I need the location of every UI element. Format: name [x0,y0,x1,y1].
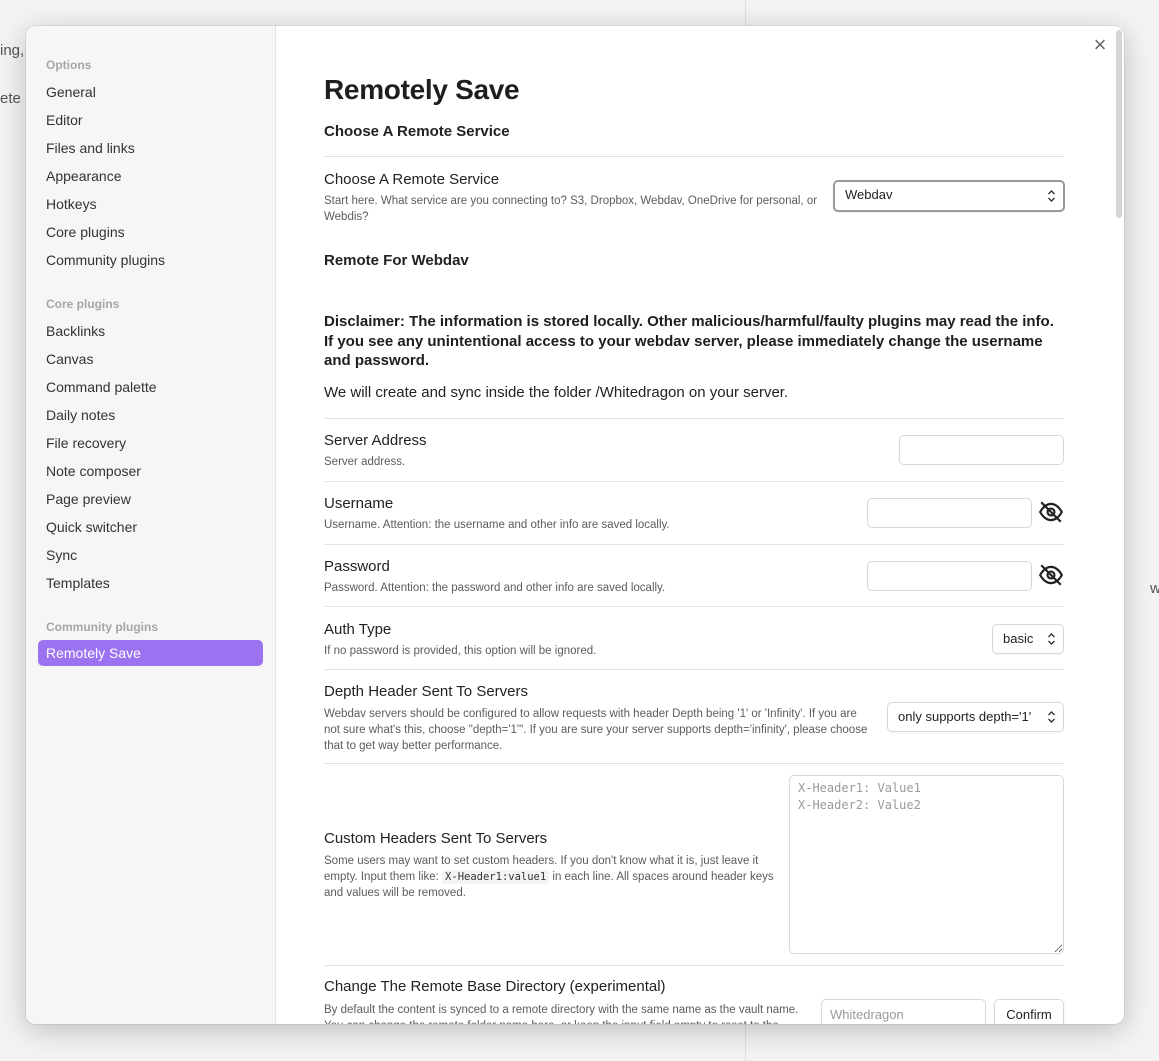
auth-type-select-value: basic [1003,631,1034,646]
folder-note: We will create and sync inside the folde… [324,384,789,401]
setting-description: Server address. [324,456,406,468]
chevron-updown-icon [1048,711,1055,723]
username-input[interactable] [867,498,1032,528]
service-select[interactable]: Webdav [833,180,1065,212]
sidebar-item-community-plugins[interactable]: Community plugins [38,246,263,274]
confirm-button[interactable]: Confirm [994,999,1064,1024]
background-divider [745,0,746,26]
custom-headers-textarea[interactable] [789,775,1064,954]
setting-name: Auth Type [324,621,392,638]
eye-off-icon[interactable] [1038,562,1064,588]
setting-row-base-dir: Change The Remote Base Directory (experi… [324,965,1064,1024]
sidebar-item-canvas[interactable]: Canvas [38,345,263,373]
setting-name: Username [324,495,394,512]
background-text-fragment: w [1150,580,1159,597]
eye-off-icon[interactable] [1038,499,1064,525]
sidebar-item-backlinks[interactable]: Backlinks [38,317,263,345]
sidebar-item-files-and-links[interactable]: Files and links [38,134,263,162]
sidebar-item-command-palette[interactable]: Command palette [38,373,263,401]
inline-code: X-Header1:value1 [442,870,550,884]
chevron-updown-icon [1048,633,1055,645]
setting-name: Custom Headers Sent To Servers [324,830,548,847]
sidebar-item-file-recovery[interactable]: File recovery [38,429,263,457]
setting-name: Password [324,558,390,575]
disclaimer-text: Disclaimer: The information is stored lo… [324,313,1054,369]
setting-description: Start here. What service are you connect… [324,195,818,223]
sidebar-item-core-plugins[interactable]: Core plugins [38,218,263,246]
sidebar-item-appearance[interactable]: Appearance [38,162,263,190]
sidebar-item-note-composer[interactable]: Note composer [38,457,263,485]
setting-row-auth-type: Auth Type If no password is provided, th… [324,606,1064,669]
setting-name: Change The Remote Base Directory (experi… [324,978,666,995]
background-divider [745,1024,746,1061]
sidebar-item-sync[interactable]: Sync [38,541,263,569]
base-dir-input[interactable] [821,999,986,1024]
section-heading-choose-service: Choose A Remote Service [324,123,510,140]
close-icon[interactable]: × [1090,34,1110,56]
chevron-updown-icon [1048,190,1055,202]
setting-row-password: Password Password. Attention: the passwo… [324,544,1064,607]
setting-name: Depth Header Sent To Servers [324,683,529,700]
sidebar-heading-core-plugins: Core plugins [46,297,120,311]
sidebar-item-editor[interactable]: Editor [38,106,263,134]
setting-row-server-address: Server Address Server address. [324,418,1064,481]
settings-sidebar: Options General Editor Files and links A… [26,26,276,1024]
setting-description: By default the content is synced to a re… [324,1004,799,1024]
settings-content: × Remotely Save Choose A Remote Service … [276,26,1124,1024]
setting-row-service: Choose A Remote Service Start here. What… [324,156,1065,246]
page-title: Remotely Save [324,74,520,105]
depth-select-value: only supports depth='1' [898,709,1032,724]
server-address-input[interactable] [899,435,1064,465]
setting-row-username: Username Username. Attention: the userna… [324,481,1064,544]
sidebar-item-templates[interactable]: Templates [38,569,263,597]
sidebar-item-quick-switcher[interactable]: Quick switcher [38,513,263,541]
auth-type-select[interactable]: basic [992,624,1064,654]
depth-select[interactable]: only supports depth='1' [887,702,1064,732]
settings-modal: Options General Editor Files and links A… [26,26,1124,1024]
sidebar-item-hotkeys[interactable]: Hotkeys [38,190,263,218]
setting-name: Server Address [324,432,427,449]
password-input[interactable] [867,561,1032,591]
service-select-value: Webdav [845,187,893,202]
setting-row-depth: Depth Header Sent To Servers Webdav serv… [324,669,1064,764]
setting-description: Password. Attention: the password and ot… [324,582,666,594]
sidebar-item-page-preview[interactable]: Page preview [38,485,263,513]
section-heading-webdav: Remote For Webdav [324,252,469,269]
background-text-fragment: ing, [0,42,25,59]
setting-description: If no password is provided, this option … [324,645,597,657]
background-text-fragment: ete [0,90,21,107]
setting-name: Choose A Remote Service [324,171,500,188]
sidebar-heading-community-plugins: Community plugins [46,620,158,634]
sidebar-item-daily-notes[interactable]: Daily notes [38,401,263,429]
setting-description: Webdav servers should be configured to a… [324,708,868,752]
content-scrollbar[interactable] [1116,30,1122,218]
sidebar-item-remotely-save[interactable]: Remotely Save [38,640,263,666]
sidebar-heading-options: Options [46,58,92,72]
setting-description: Username. Attention: the username and ot… [324,519,670,531]
sidebar-item-general[interactable]: General [38,78,263,106]
setting-description: Some users may want to set custom header… [324,853,774,901]
